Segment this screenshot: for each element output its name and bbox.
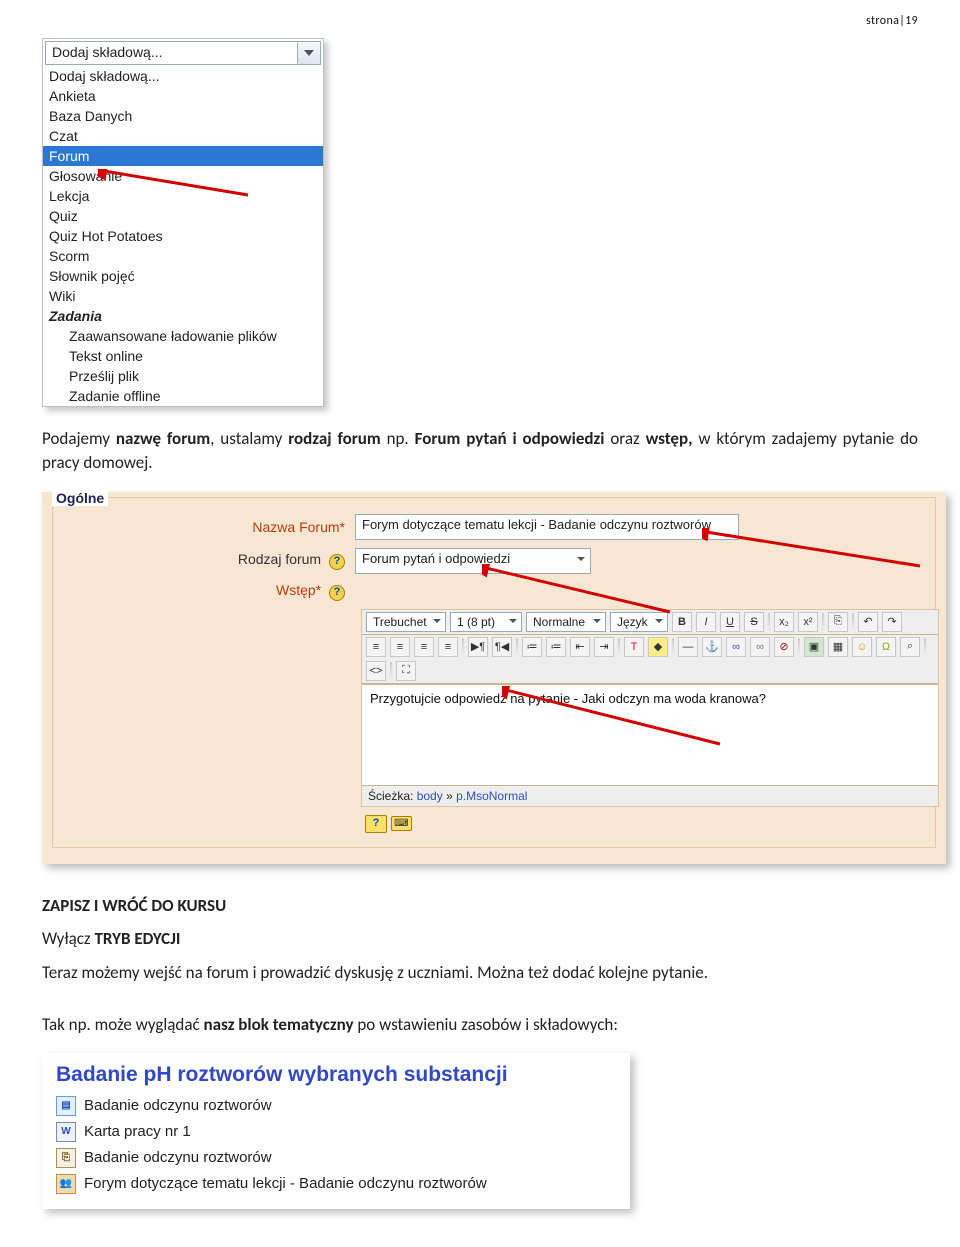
dropdown-option[interactable]: Tekst online xyxy=(43,346,323,366)
block-item-label: Badanie odczynu roztworów xyxy=(84,1097,272,1114)
block-item[interactable]: 👥 Forym dotyczące tematu lekcji - Badanie… xyxy=(56,1171,616,1197)
char-button[interactable]: Ω xyxy=(876,637,896,657)
align-justify-button[interactable]: ≡ xyxy=(438,637,458,657)
align-center-button[interactable]: ≡ xyxy=(390,637,410,657)
style-select[interactable]: Normalne xyxy=(526,612,606,632)
path-link[interactable]: p.MsoNormal xyxy=(456,789,527,803)
bgcolor-button[interactable]: ◆ xyxy=(648,637,668,657)
emoji-button[interactable]: ☺ xyxy=(852,637,872,657)
help-icon[interactable]: ? xyxy=(365,815,387,833)
anchor-button[interactable]: ⚓ xyxy=(702,637,722,657)
italic-button[interactable]: I xyxy=(696,612,716,632)
paragraph: Podajemy nazwę forum, ustalamy rodzaj fo… xyxy=(42,427,918,475)
label-intro: Wstęp* xyxy=(276,582,321,598)
outdent-button[interactable]: ⇤ xyxy=(570,637,590,657)
block-item[interactable]: ▤ Badanie odczynu roztworów xyxy=(56,1093,616,1119)
fieldset-legend: Ogólne xyxy=(52,490,108,506)
size-select[interactable]: 1 (8 pt) xyxy=(450,612,522,632)
block-item[interactable]: ⎘ Badanie odczynu roztworów xyxy=(56,1145,616,1171)
dropdown-option[interactable]: Zadanie offline xyxy=(43,386,323,406)
forum-type-select[interactable]: Forum pytań i odpowiedzi xyxy=(355,548,591,574)
unlink-button[interactable]: ∞ xyxy=(750,637,770,657)
ltr-button[interactable]: ▶¶ xyxy=(468,637,488,657)
hr-button[interactable]: — xyxy=(678,637,698,657)
forum-name-input[interactable]: Forym dotyczące tematu lekcji - Badanie … xyxy=(355,514,739,540)
dropdown-selected: Dodaj składową... xyxy=(46,42,297,64)
editor-path: Ścieżka: body » p.MsoNormal xyxy=(362,786,938,806)
dropdown-option[interactable]: Słownik pojęć xyxy=(43,266,323,286)
indent-button[interactable]: ⇥ xyxy=(594,637,614,657)
dropdown-option[interactable]: Czat xyxy=(43,126,323,146)
align-right-button[interactable]: ≡ xyxy=(414,637,434,657)
search-button[interactable]: ⌕ xyxy=(900,637,920,657)
html-button[interactable]: <> xyxy=(366,661,386,681)
rtl-button[interactable]: ¶◀ xyxy=(492,637,512,657)
sup-button[interactable]: x² xyxy=(798,612,818,632)
path-link[interactable]: body xyxy=(417,789,443,803)
link-button[interactable]: ∞ xyxy=(726,637,746,657)
editor-content[interactable]: Przygotujcie odpowiedź na pytanie - Jaki… xyxy=(362,684,938,786)
arrow-icon xyxy=(98,169,258,199)
block-item-label: Karta pracy nr 1 xyxy=(84,1123,191,1140)
underline-button[interactable]: U xyxy=(720,612,740,632)
lang-select[interactable]: Język xyxy=(610,612,668,632)
block-item[interactable]: W Karta pracy nr 1 xyxy=(56,1119,616,1145)
dropdown-option[interactable]: Dodaj składową... xyxy=(43,66,323,86)
dropdown-option[interactable]: Prześlij plik xyxy=(43,366,323,386)
align-left-button[interactable]: ≡ xyxy=(366,637,386,657)
page-number: strona|19 xyxy=(42,14,918,28)
forum-icon: 👥 xyxy=(56,1174,76,1194)
dropdown-option[interactable]: Quiz Hot Potatoes xyxy=(43,226,323,246)
chevron-down-icon[interactable] xyxy=(297,42,320,64)
rich-text-editor[interactable]: Trebuchet 1 (8 pt) Normalne Język B I U … xyxy=(361,609,939,807)
help-icon[interactable]: ? xyxy=(329,585,345,601)
block-item-label: Forym dotyczące tematu lekcji - Badanie … xyxy=(84,1175,487,1192)
ul-button[interactable]: ≔ xyxy=(546,637,566,657)
redo-button[interactable]: ↷ xyxy=(882,612,902,632)
dropdown-option[interactable]: Forum xyxy=(43,146,323,166)
editor-toolbar-1: Trebuchet 1 (8 pt) Normalne Język B I U … xyxy=(362,610,938,635)
dropdown-option[interactable]: Zaawansowane ładowanie plików xyxy=(43,326,323,346)
undo-button[interactable]: ↶ xyxy=(858,612,878,632)
block-item-label: Badanie odczynu roztworów xyxy=(84,1149,272,1166)
editor-toolbar-2: ≡ ≡ ≡ ≡ ▶¶ ¶◀ ≔ ≔ ⇤ ⇥ T ◆ — xyxy=(362,635,938,684)
ol-button[interactable]: ≔ xyxy=(522,637,542,657)
dropdown-option[interactable]: Zadania xyxy=(43,306,323,326)
paragraph: ZAPISZ I WRÓĆ DO KURSU Wyłącz TRYB EDYCJ… xyxy=(42,894,918,1037)
dropdown-select[interactable]: Dodaj składową... xyxy=(45,41,321,65)
textcolor-button[interactable]: T xyxy=(624,637,644,657)
doc-icon: W xyxy=(56,1122,76,1142)
table-button[interactable]: ▦ xyxy=(828,637,848,657)
label-name: Nazwa Forum* xyxy=(252,519,345,535)
clean-button[interactable]: ⎘ xyxy=(828,612,848,632)
keyboard-icon: ⌨ xyxy=(391,816,411,831)
fullscreen-button[interactable]: ⛶ xyxy=(396,661,416,681)
label-type: Rodzaj forum xyxy=(238,551,321,567)
sub-button[interactable]: x₂ xyxy=(774,612,794,632)
dropdown-option[interactable]: Quiz xyxy=(43,206,323,226)
dropdown-figure: Dodaj składową... Dodaj składową...Ankie… xyxy=(42,38,324,407)
form-figure: Ogólne Nazwa Forum* Forym dotyczące tema… xyxy=(42,492,946,864)
dropdown-option[interactable]: Wiki xyxy=(43,286,323,306)
bold-button[interactable]: B xyxy=(672,612,692,632)
dropdown-option[interactable]: Baza Danych xyxy=(43,106,323,126)
web-icon: ▤ xyxy=(56,1096,76,1116)
dropdown-option[interactable]: Scorm xyxy=(43,246,323,266)
nolink-button[interactable]: ⊘ xyxy=(774,637,794,657)
dropdown-option[interactable]: Ankieta xyxy=(43,86,323,106)
image-button[interactable]: ▣ xyxy=(804,637,824,657)
font-select[interactable]: Trebuchet xyxy=(366,612,446,632)
strike-button[interactable]: S xyxy=(744,612,764,632)
help-icon[interactable]: ? xyxy=(329,554,345,570)
block-title: Badanie pH roztworów wybranych substancj… xyxy=(56,1063,616,1087)
link-icon: ⎘ xyxy=(56,1148,76,1168)
block-figure: Badanie pH roztworów wybranych substancj… xyxy=(42,1053,630,1209)
